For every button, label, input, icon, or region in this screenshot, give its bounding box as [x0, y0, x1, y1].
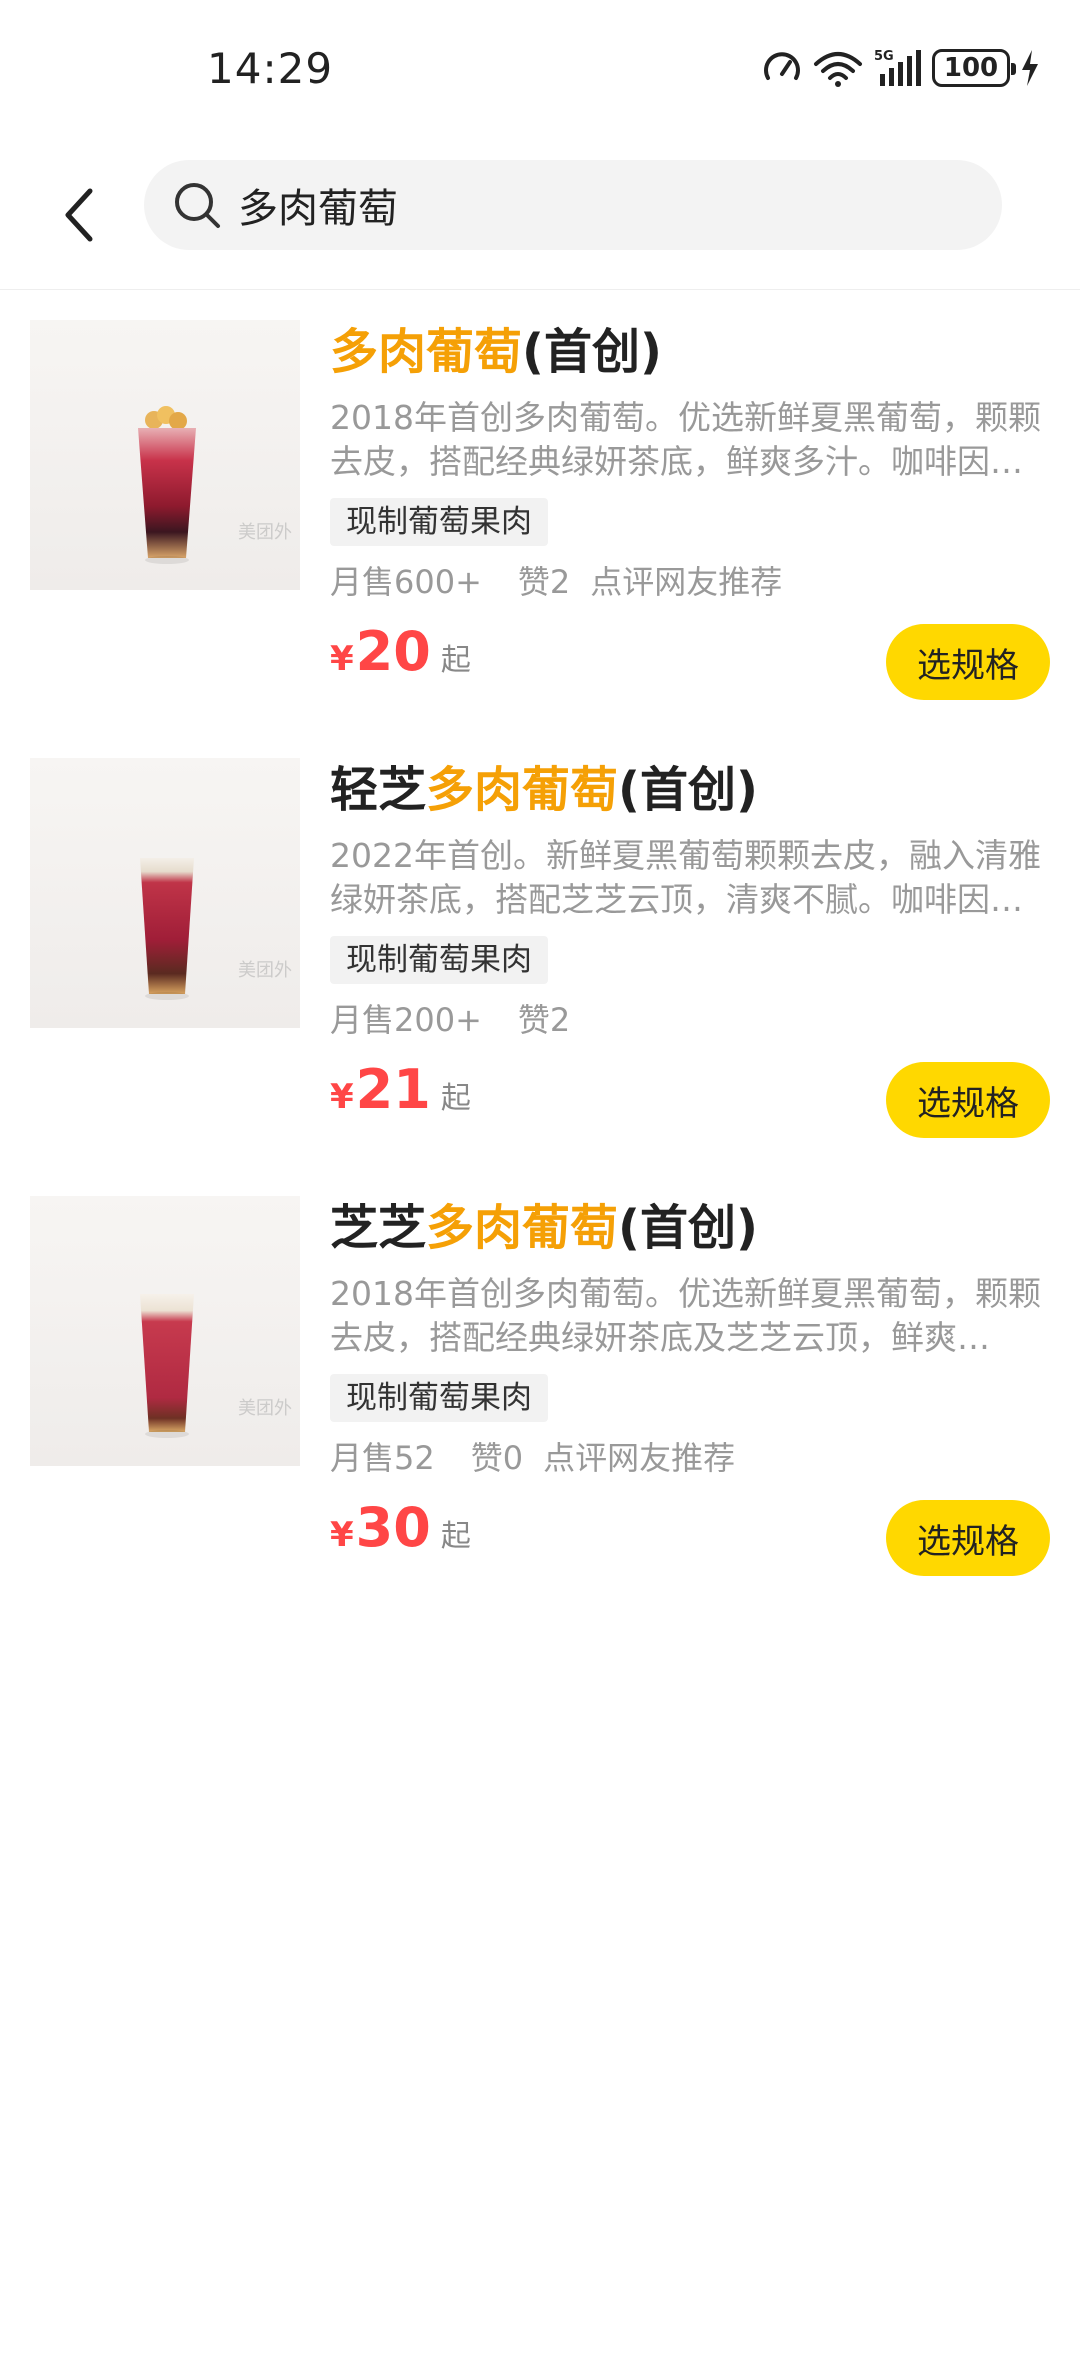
wifi-icon	[814, 52, 862, 87]
product-image[interactable]: 美团外	[30, 320, 300, 590]
cellular-signal-icon: 5G	[874, 49, 921, 86]
product-title: 轻芝多肉葡萄(首创)	[330, 762, 758, 818]
product-list: 美团外 多肉葡萄(首创) 2018年首创多肉葡萄。优选新鲜夏黑葡萄，颗颗去皮，搭…	[0, 320, 1080, 1634]
status-bar: 14:29 5G 100	[0, 0, 1080, 140]
monthly-sales: 月售200+	[330, 1001, 482, 1039]
title-highlight: 多肉葡萄	[426, 1200, 619, 1256]
product-stats: 月售52 赞0 点评网友推荐	[330, 1436, 1050, 1480]
product-title: 芝芝多肉葡萄(首创)	[330, 1200, 758, 1256]
recommend-label: 点评网友推荐	[590, 563, 783, 601]
status-icons: 5G 100	[762, 44, 1040, 92]
select-spec-button[interactable]: 选规格	[886, 624, 1050, 700]
price-row: ¥ 20 起	[330, 620, 471, 700]
chevron-left-icon	[65, 188, 93, 242]
speedometer-icon	[764, 52, 800, 80]
image-watermark: 美团外	[238, 522, 292, 543]
back-button[interactable]	[50, 175, 110, 255]
product-tag: 现制葡萄果肉	[330, 498, 548, 546]
search-icon	[175, 183, 220, 228]
product-description: 2022年首创。新鲜夏黑葡萄颗颗去皮，融入清雅绿妍茶底，搭配芝芝云顶，清爽不腻。…	[330, 836, 1041, 919]
currency-symbol: ¥	[330, 639, 354, 679]
product-info: 芝芝多肉葡萄(首创) 2018年首创多肉葡萄。优选新鲜夏黑葡萄，颗颗去皮，搭配经…	[330, 1196, 1050, 1559]
select-spec-button[interactable]: 选规格	[886, 1500, 1050, 1576]
price-suffix: 起	[440, 1081, 471, 1116]
product-price: 30	[355, 1496, 431, 1559]
price-suffix: 起	[440, 1519, 471, 1554]
search-input[interactable]	[238, 182, 938, 228]
status-time: 14:29	[207, 44, 334, 93]
monthly-sales: 月售52	[330, 1439, 435, 1477]
product-info: 轻芝多肉葡萄(首创) 2022年首创。新鲜夏黑葡萄颗颗去皮，融入清雅绿妍茶底，搭…	[330, 758, 1050, 1121]
battery-level: 100	[943, 53, 999, 83]
product-item[interactable]: 美团外 芝芝多肉葡萄(首创) 2018年首创多肉葡萄。优选新鲜夏黑葡萄，颗颗去皮…	[0, 1196, 1080, 1634]
monthly-sales: 月售600+	[330, 563, 482, 601]
title-highlight: 多肉葡萄	[330, 324, 523, 380]
product-tag: 现制葡萄果肉	[330, 936, 548, 984]
product-stats: 月售200+ 赞2	[330, 998, 1050, 1042]
product-info: 多肉葡萄(首创) 2018年首创多肉葡萄。优选新鲜夏黑葡萄，颗颗去皮，搭配经典绿…	[330, 320, 1050, 683]
product-description: 2018年首创多肉葡萄。优选新鲜夏黑葡萄，颗颗去皮，搭配经典绿妍茶底及芝芝云顶，…	[330, 1274, 1041, 1357]
product-item[interactable]: 美团外 轻芝多肉葡萄(首创) 2022年首创。新鲜夏黑葡萄颗颗去皮，融入清雅绿妍…	[0, 758, 1080, 1196]
price-suffix: 起	[440, 643, 471, 678]
product-tag: 现制葡萄果肉	[330, 1374, 548, 1422]
likes-count: 赞2	[517, 1001, 571, 1039]
currency-symbol: ¥	[330, 1515, 354, 1555]
product-stats: 月售600+ 赞2 点评网友推荐	[330, 560, 1050, 604]
search-bar[interactable]	[144, 160, 1002, 250]
currency-symbol: ¥	[330, 1077, 354, 1117]
recommend-label: 点评网友推荐	[543, 1439, 736, 1477]
product-description: 2018年首创多肉葡萄。优选新鲜夏黑葡萄，颗颗去皮，搭配经典绿妍茶底，鲜爽多汁。…	[330, 398, 1041, 481]
likes-count: 赞2	[517, 563, 571, 601]
product-image[interactable]: 美团外	[30, 1196, 300, 1466]
charging-icon	[1022, 50, 1038, 86]
likes-count: 赞0	[470, 1439, 524, 1477]
product-price: 21	[355, 1058, 431, 1121]
search-header	[0, 140, 1080, 290]
title-highlight: 多肉葡萄	[426, 762, 619, 818]
svg-text:5G: 5G	[874, 49, 894, 64]
battery-icon: 100	[932, 49, 1016, 87]
product-image[interactable]: 美团外	[30, 758, 300, 1028]
image-watermark: 美团外	[238, 1398, 292, 1419]
image-watermark: 美团外	[238, 960, 292, 981]
product-item[interactable]: 美团外 多肉葡萄(首创) 2018年首创多肉葡萄。优选新鲜夏黑葡萄，颗颗去皮，搭…	[0, 320, 1080, 758]
product-title: 多肉葡萄(首创)	[330, 324, 662, 380]
price-row: ¥ 21 起	[330, 1058, 471, 1138]
select-spec-button[interactable]: 选规格	[886, 1062, 1050, 1138]
product-price: 20	[355, 620, 431, 683]
price-row: ¥ 30 起	[330, 1496, 471, 1576]
